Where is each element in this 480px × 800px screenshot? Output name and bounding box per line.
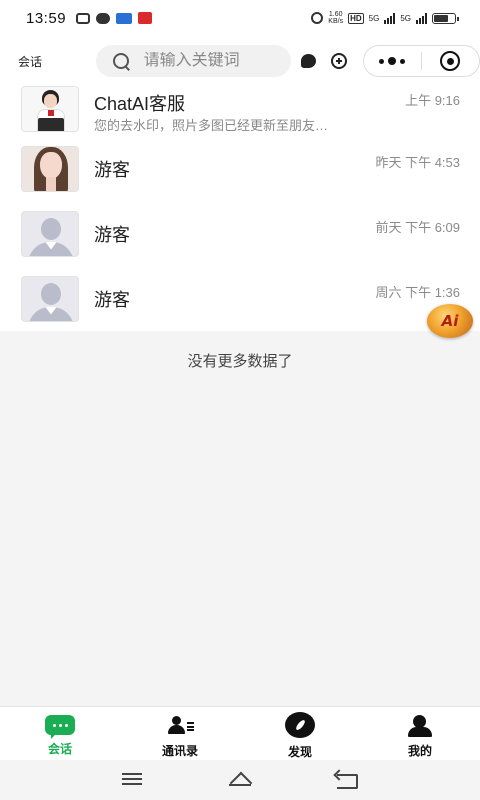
ai-assistant-button[interactable]: Ai [427, 304, 473, 338]
chat-button[interactable] [297, 49, 321, 73]
status-bar: 13:59 1.60 KB/s HD 5G 5G [0, 0, 480, 36]
network-speed-unit: KB/s [328, 18, 344, 25]
back-icon[interactable] [335, 770, 359, 789]
default-avatar-icon [21, 275, 79, 322]
conversation-name: 游客 [94, 225, 130, 245]
target-circle-icon [440, 51, 461, 71]
more-button[interactable] [364, 46, 421, 76]
network-label-1: 5G [368, 13, 380, 23]
default-avatar-icon [21, 210, 79, 257]
app-notification-icon-2 [138, 12, 153, 24]
conversation-time: 前天 下午 6:09 [375, 220, 460, 235]
alarm-icon [311, 12, 324, 24]
conversation-list: ChatAI客服 您的去水印，照片多图已经更新至朋友… 上午 9:16 游客 昨… [0, 86, 480, 331]
notification-icons [76, 12, 153, 24]
chat-notification-icon [96, 12, 111, 24]
menu-icon[interactable] [122, 770, 146, 788]
search-icon [112, 52, 130, 70]
network-speed-value: 1.60 [328, 11, 343, 18]
conversation-preview: 您的去水印，照片多图已经更新至朋友… [94, 118, 329, 133]
system-nav-bar [0, 760, 480, 800]
conversation-time: 周六 下午 1:36 [375, 285, 460, 300]
conversation-item[interactable]: 游客 周六 下午 1:36 [0, 266, 480, 331]
tab-me[interactable]: 我的 [360, 707, 480, 760]
signal-icon-2 [416, 12, 427, 24]
tab-bar: 会话 通讯录 发现 我的 [0, 706, 480, 760]
status-right: 1.60 KB/s HD 5G 5G [311, 11, 459, 25]
hd-icon: HD [348, 12, 364, 24]
battery-icon [432, 12, 459, 24]
ai-badge-label: Ai [441, 312, 459, 330]
conversation-time: 上午 9:16 [405, 93, 460, 108]
tab-label: 会话 [47, 742, 72, 756]
tab-discover[interactable]: 发现 [240, 707, 360, 760]
conversation-name: 游客 [94, 290, 130, 310]
plus-circle-icon [330, 53, 347, 69]
search-input[interactable] [143, 52, 284, 70]
chat-bubble-icon [301, 54, 317, 68]
profile-icon [405, 715, 435, 737]
conversation-name: 游客 [94, 160, 130, 180]
conversation-item[interactable]: 游客 前天 下午 6:09 [0, 201, 480, 266]
page-title: 会话 [18, 54, 43, 69]
status-time: 13:59 [26, 9, 67, 27]
conversation-item[interactable]: ChatAI客服 您的去水印，照片多图已经更新至朋友… 上午 9:16 [0, 86, 480, 136]
user-photo-avatar [21, 145, 79, 192]
network-label-2: 5G [400, 13, 411, 23]
tab-conversations[interactable]: 会话 [0, 707, 120, 760]
conversation-name: ChatAI客服 [94, 94, 186, 114]
conversation-time: 昨天 下午 4:53 [375, 155, 460, 170]
app-notification-icon [116, 12, 133, 24]
tab-label: 发现 [287, 745, 312, 759]
mini-program-capsule [362, 45, 480, 77]
tab-contacts[interactable]: 通讯录 [120, 707, 240, 760]
chat-icon [45, 715, 75, 739]
close-mini-program-button[interactable] [422, 46, 479, 76]
signal-icon [384, 12, 396, 24]
compass-icon [285, 712, 315, 738]
more-dots-icon [379, 57, 406, 65]
message-notification-icon [76, 12, 91, 24]
home-icon[interactable] [228, 770, 252, 788]
search-box[interactable] [95, 45, 291, 77]
contacts-icon [165, 715, 195, 737]
tab-label: 通讯录 [161, 744, 198, 758]
top-nav: 会话 [0, 36, 480, 86]
add-button[interactable] [327, 49, 351, 73]
no-more-data-text: 没有更多数据了 [187, 353, 293, 370]
tab-label: 我的 [407, 744, 432, 758]
customer-service-avatar [21, 86, 79, 132]
network-speed: 1.60 KB/s [328, 11, 343, 25]
conversation-item[interactable]: 游客 昨天 下午 4:53 [0, 136, 480, 201]
